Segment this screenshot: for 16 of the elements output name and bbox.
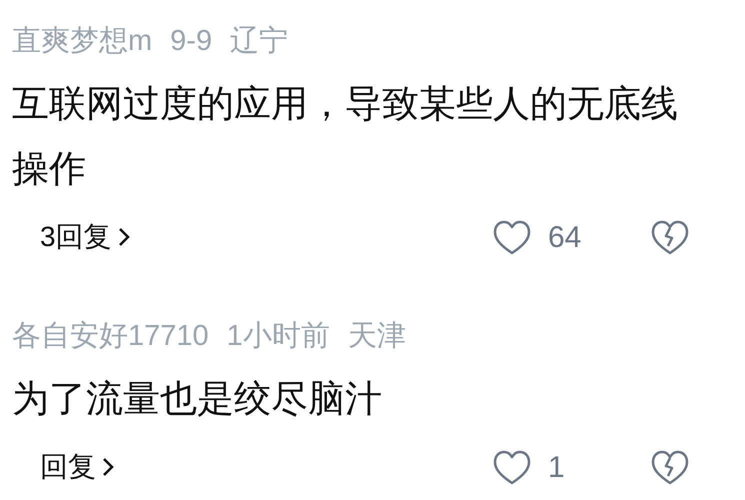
like-count: 64	[548, 220, 582, 256]
like-count: 1	[548, 450, 566, 486]
chevron-icon	[118, 227, 130, 247]
replies-link[interactable]: 回复	[40, 446, 114, 488]
broken-heart-icon[interactable]	[650, 218, 690, 256]
chevron-icon	[102, 457, 114, 477]
broken-heart-icon[interactable]	[650, 448, 690, 486]
comment-location: 天津	[348, 319, 406, 354]
comment-time: 9-9	[170, 24, 212, 60]
comment-text: 为了流量也是绞尽脑汁	[11, 377, 383, 421]
comment-time: 1小时前	[226, 319, 330, 354]
heart-icon[interactable]	[492, 218, 532, 256]
heart-icon[interactable]	[492, 448, 532, 486]
comment-location: 辽宁	[230, 24, 288, 60]
comment-text: 互联网过度的应用，导致某些人的无底线操作	[11, 82, 679, 191]
replies-link[interactable]: 3回复	[40, 216, 130, 258]
